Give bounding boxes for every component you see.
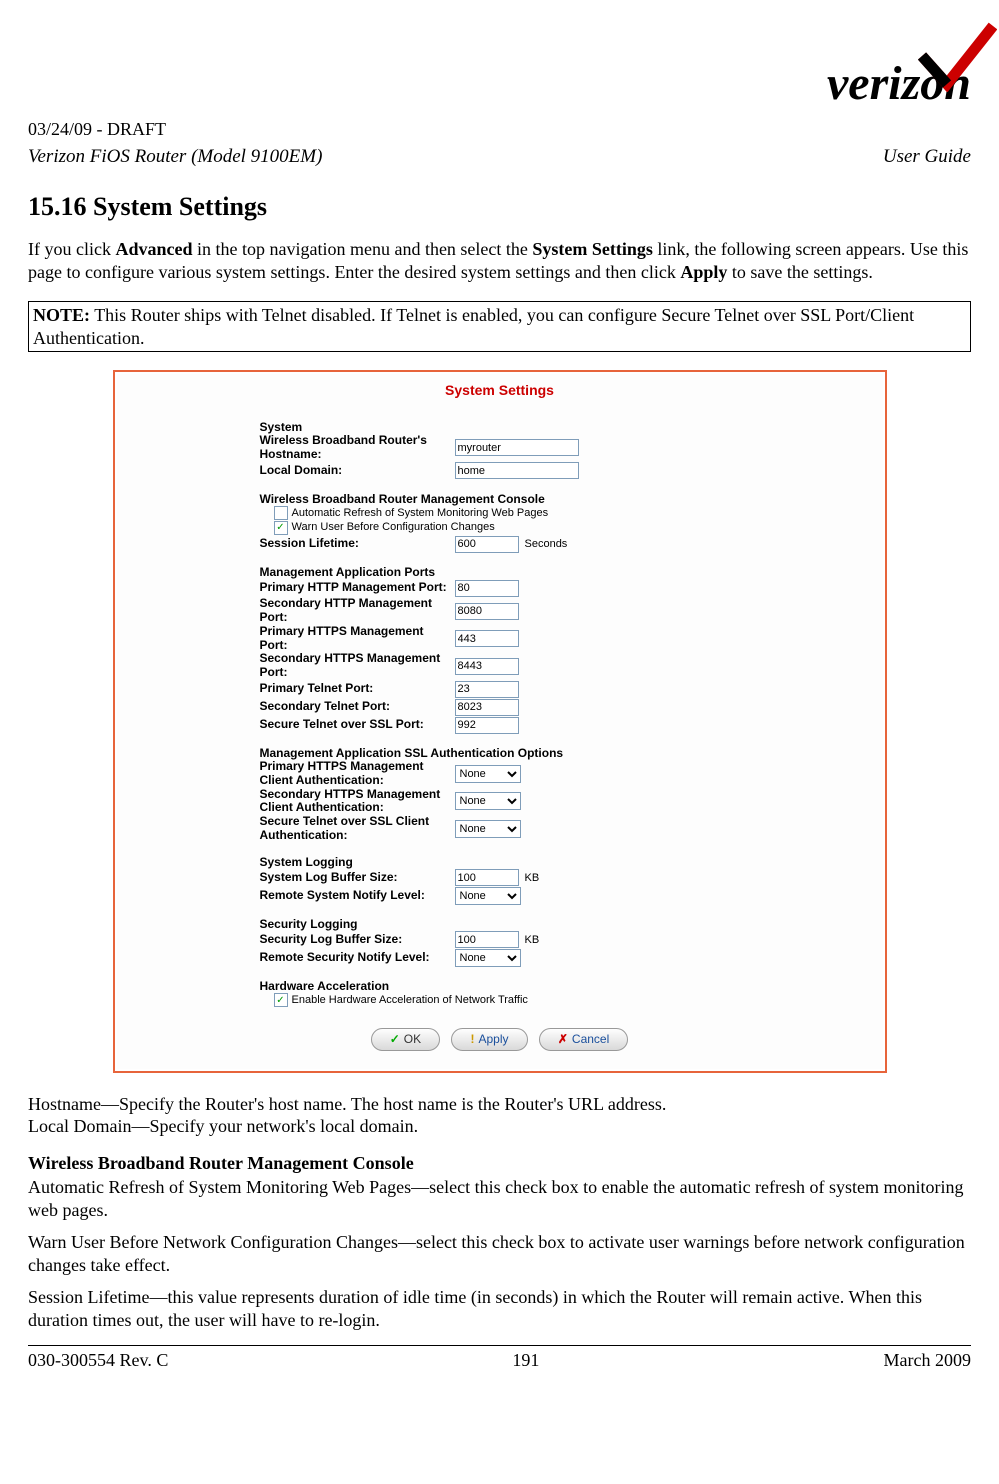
s-https-label: Secondary HTTPS Management Port: [260,652,455,680]
p-http-label: Primary HTTP Management Port: [260,581,455,595]
warn-user-text: Warn User Before Configuration Changes [292,520,495,535]
session-lifetime-input[interactable] [455,536,519,553]
localdomain-input[interactable] [455,462,579,479]
intro-t2: in the top navigation menu and then sele… [192,239,532,259]
group-system: System [260,420,790,434]
seclog-buf-input[interactable] [455,931,519,948]
session-unit: Seconds [525,538,568,551]
p-https-label: Primary HTTPS Management Port: [260,625,455,653]
intro-t1: If you click [28,239,115,259]
hostname-term: Hostname— [28,1094,119,1114]
section-title: 15.16 System Settings [28,192,971,222]
warn-term: Warn User Before Network Configuration C… [28,1232,416,1252]
cancel-button[interactable]: ✗ Cancel [539,1028,628,1051]
telnet-ssl-auth-label: Secure Telnet over SSL Client Authentica… [260,815,455,843]
ok-button[interactable]: ✓ OK [371,1028,440,1051]
syslog-buf-label: System Log Buffer Size: [260,871,455,885]
footer-right: March 2009 [884,1350,971,1371]
p-telnet-label: Primary Telnet Port: [260,682,455,696]
seclog-buf-unit: KB [525,934,540,947]
hostname-desc: Hostname—Specify the Router's host name.… [28,1093,971,1138]
session-lifetime-label: Session Lifetime: [260,537,455,551]
footer-left: 030-300554 Rev. C [28,1350,168,1371]
p-https-auth-label: Primary HTTPS Management Client Authenti… [260,760,455,788]
auto-refresh-checkbox[interactable] [274,506,288,520]
syslog-notify-label: Remote System Notify Level: [260,889,455,903]
group-hw: Hardware Acceleration [260,979,790,993]
s-http-input[interactable] [455,603,519,620]
hw-accel-text: Enable Hardware Acceleration of Network … [292,993,528,1008]
model-row: Verizon FiOS Router (Model 9100EM) User … [28,146,971,168]
ssl-telnet-label: Secure Telnet over SSL Port: [260,718,455,732]
localdomain-label: Local Domain: [260,464,455,478]
p-http-input[interactable] [455,580,519,597]
ok-label: OK [404,1032,421,1046]
auto-term: Automatic Refresh of System Monitoring W… [28,1177,429,1197]
hostname-input[interactable] [455,439,579,456]
syslog-notify-select[interactable]: None [455,887,521,905]
s-http-label: Secondary HTTP Management Port: [260,597,455,625]
intro-b3: Apply [680,262,727,282]
hw-accel-checkbox[interactable]: ✓ [274,993,288,1007]
warn-user-desc: Warn User Before Network Configuration C… [28,1231,971,1276]
s-https-auth-label: Secondary HTTPS Management Client Authen… [260,788,455,816]
p-telnet-input[interactable] [455,681,519,698]
description-block: Hostname—Specify the Router's host name.… [28,1093,971,1332]
note-box: NOTE: This Router ships with Telnet disa… [28,301,971,352]
intro-b1: Advanced [115,239,192,259]
system-settings-panel: System Settings System Wireless Broadban… [113,370,887,1073]
verizon-logo: verizon [827,20,971,111]
apply-button[interactable]: ! Apply [451,1028,527,1051]
button-row: ✓ OK ! Apply ✗ Cancel [115,1028,885,1051]
guide-text: User Guide [883,146,971,168]
auto-refresh-desc: Automatic Refresh of System Monitoring W… [28,1176,971,1221]
group-ssl-auth: Management Application SSL Authenticatio… [260,746,790,760]
ssl-telnet-input[interactable] [455,717,519,734]
s-https-auth-select[interactable]: None [455,792,521,810]
intro-t4: to save the settings. [727,262,872,282]
logo-area: verizon [28,20,971,111]
check-icon: ✓ [390,1032,400,1046]
apply-label: Apply [478,1032,508,1046]
screenshot-wrap: System Settings System Wireless Broadban… [28,370,971,1073]
warn-user-checkbox[interactable]: ✓ [274,521,288,535]
cancel-label: Cancel [572,1032,609,1046]
seclog-notify-label: Remote Security Notify Level: [260,951,455,965]
intro-b2: System Settings [532,239,653,259]
p-https-auth-select[interactable]: None [455,765,521,783]
panel-title: System Settings [115,372,885,412]
syslog-buf-input[interactable] [455,869,519,886]
s-telnet-input[interactable] [455,699,519,716]
form-area: System Wireless Broadband Router's Hostn… [260,420,790,1008]
footer: 030-300554 Rev. C 191 March 2009 [28,1346,971,1371]
note-text: This Router ships with Telnet disabled. … [33,305,914,348]
session-lifetime-desc: Session Lifetime—this value represents d… [28,1286,971,1331]
s-https-input[interactable] [455,658,519,675]
seclog-buf-label: Security Log Buffer Size: [260,933,455,947]
telnet-ssl-auth-select[interactable]: None [455,820,521,838]
seclog-notify-select[interactable]: None [455,949,521,967]
footer-page: 191 [512,1350,539,1371]
syslog-buf-unit: KB [525,872,540,885]
verizon-check-icon [917,20,997,92]
group-seclog: Security Logging [260,917,790,931]
auto-refresh-text: Automatic Refresh of System Monitoring W… [292,506,549,521]
p-https-input[interactable] [455,630,519,647]
s-telnet-label: Secondary Telnet Port: [260,700,455,714]
group-mgmt-console: Wireless Broadband Router Management Con… [260,492,790,506]
localdomain-text: Local Domain—Specify your network's loca… [28,1116,418,1136]
mgmt-console-subhead: Wireless Broadband Router Management Con… [28,1152,971,1175]
exclaim-icon: ! [470,1032,474,1046]
group-ports: Management Application Ports [260,565,790,579]
note-label: NOTE: [33,305,90,325]
intro-paragraph: If you click Advanced in the top navigat… [28,238,971,283]
draft-line: 03/24/09 - DRAFT [28,119,971,140]
hostname-text: Specify the Router's host name. The host… [119,1094,666,1114]
session-term: Session Lifetime— [28,1287,167,1307]
model-text: Verizon FiOS Router (Model 9100EM) [28,146,322,168]
hostname-label: Wireless Broadband Router's Hostname: [260,434,455,462]
x-icon: ✗ [558,1032,568,1046]
group-syslog: System Logging [260,855,790,869]
